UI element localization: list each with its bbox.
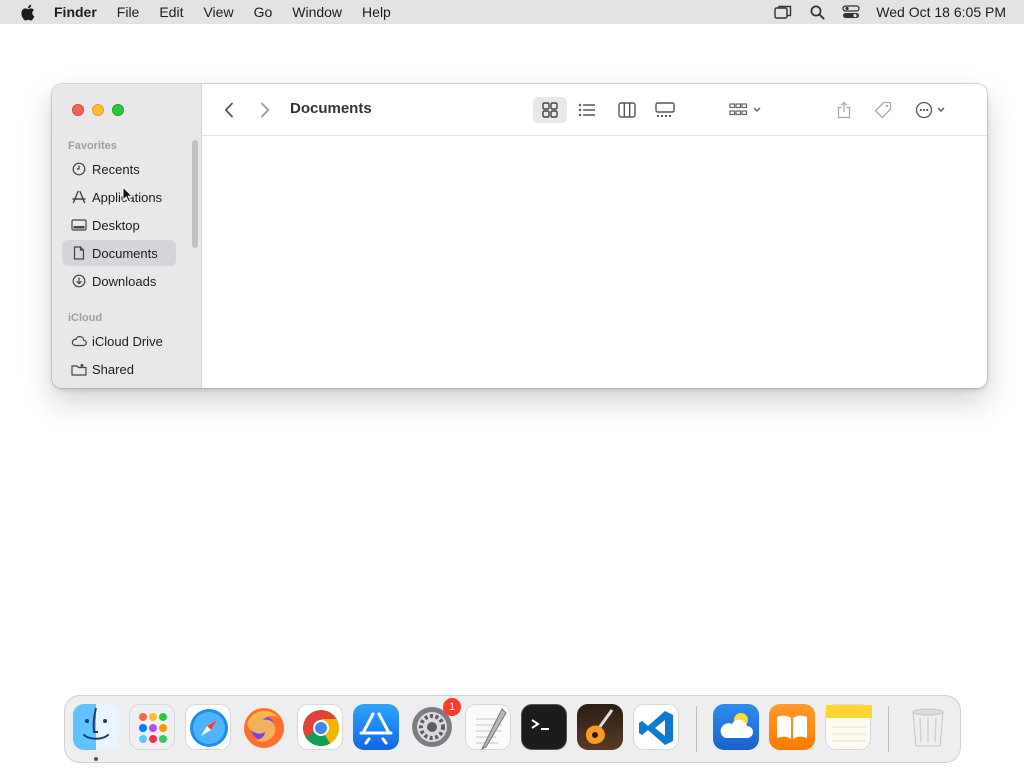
weather-app-icon[interactable] [713, 704, 759, 750]
sidebar-section-favorites: Favorites [68, 140, 117, 152]
safari-app-icon[interactable] [185, 704, 231, 750]
gallery-view-icon[interactable] [650, 97, 680, 123]
sidebar-item-shared[interactable]: Shared [62, 356, 176, 382]
sidebar-item-applications[interactable]: Applications [62, 184, 176, 210]
menu-edit[interactable]: Edit [149, 0, 193, 24]
window-controls [72, 104, 124, 116]
sidebar-item-downloads[interactable]: Downloads [62, 268, 176, 294]
apple-menu-icon[interactable] [0, 4, 54, 21]
icon-view-icon[interactable] [533, 97, 567, 123]
app-store-app-icon[interactable] [353, 704, 399, 750]
sidebar-item-recents[interactable]: Recents [62, 156, 176, 182]
firefox-app-icon[interactable] [241, 704, 287, 750]
vscode-app-icon[interactable] [633, 704, 679, 750]
sidebar-item-label: Downloads [92, 273, 157, 289]
dock-separator [888, 706, 889, 752]
menu-go[interactable]: Go [244, 0, 283, 24]
finder-app-icon[interactable] [73, 704, 119, 750]
menu-bar: Finder File Edit View Go Window Help Wed… [0, 0, 1024, 24]
back-icon[interactable] [218, 97, 240, 123]
spotlight-search-icon[interactable] [800, 0, 834, 24]
tag-icon[interactable] [870, 97, 896, 123]
document-icon [70, 245, 88, 261]
menu-file[interactable]: File [107, 0, 150, 24]
system-settings-app-icon[interactable]: 1 [409, 698, 461, 750]
more-actions-icon[interactable] [912, 97, 952, 123]
notification-badge: 1 [443, 698, 461, 716]
maximize-window-button[interactable] [112, 104, 124, 116]
download-icon [70, 273, 88, 289]
garageband-app-icon[interactable] [577, 704, 623, 750]
list-view-icon[interactable] [572, 97, 602, 123]
window-title: Documents [290, 100, 372, 117]
menu-bar-clock[interactable]: Wed Oct 18 6:05 PM [876, 4, 1006, 20]
sidebar-item-documents[interactable]: Documents [62, 240, 176, 266]
clock-icon [70, 161, 88, 177]
menu-view[interactable]: View [193, 0, 243, 24]
close-window-button[interactable] [72, 104, 84, 116]
desktop-icon [70, 217, 88, 233]
sidebar-item-label: Shared [92, 361, 134, 377]
shared-folder-icon [70, 361, 88, 377]
dock-separator [696, 706, 697, 752]
chrome-app-icon[interactable] [297, 704, 343, 750]
minimize-window-button[interactable] [92, 104, 104, 116]
sidebar-item-label: iCloud Drive [92, 333, 163, 349]
applications-icon [70, 189, 88, 205]
sidebar-item-label: Documents [92, 245, 158, 261]
sidebar-item-label: Desktop [92, 217, 140, 233]
finder-window: Favorites Recents Applications Desktop D… [52, 84, 987, 388]
share-icon[interactable] [832, 97, 856, 123]
notes-app-icon[interactable] [825, 704, 872, 750]
menu-help[interactable]: Help [352, 0, 401, 24]
menu-window[interactable]: Window [282, 0, 352, 24]
finder-toolbar: Documents [202, 84, 987, 136]
dock: 1 [64, 695, 961, 763]
trash-icon[interactable] [905, 704, 951, 750]
sidebar-item-label: Recents [92, 161, 140, 177]
launchpad-app-icon[interactable] [129, 704, 175, 750]
control-center-icon[interactable] [834, 0, 868, 24]
books-app-icon[interactable] [769, 704, 815, 750]
mouse-cursor-icon [122, 185, 134, 209]
sidebar-item-desktop[interactable]: Desktop [62, 212, 176, 238]
running-indicator [94, 757, 98, 761]
forward-icon[interactable] [254, 97, 276, 123]
finder-sidebar: Favorites Recents Applications Desktop D… [52, 84, 202, 388]
column-view-icon[interactable] [612, 97, 642, 123]
textedit-app-icon[interactable] [465, 704, 511, 751]
group-icon[interactable] [726, 97, 766, 123]
cloud-icon [70, 333, 88, 349]
sidebar-scrollbar[interactable] [192, 140, 198, 248]
sidebar-section-icloud: iCloud [68, 312, 103, 324]
terminal-app-icon[interactable] [521, 704, 567, 750]
menu-finder[interactable]: Finder [54, 0, 107, 24]
sidebar-item-icloud-drive[interactable]: iCloud Drive [62, 328, 176, 354]
screen-mirroring-icon[interactable] [766, 0, 800, 24]
finder-content-area[interactable] [202, 137, 987, 388]
